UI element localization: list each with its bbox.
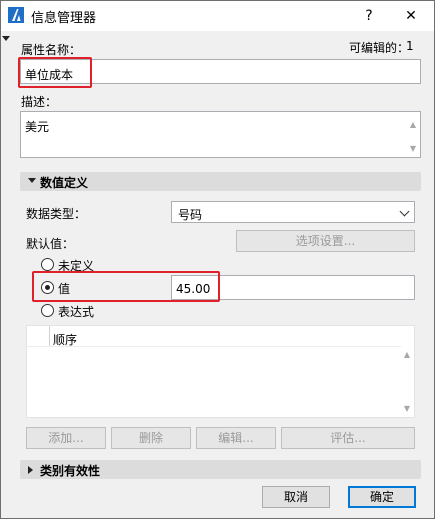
- category-validity-title: 类别有效性: [40, 464, 101, 478]
- scroll-down-icon[interactable]: ▼: [408, 144, 418, 153]
- evaluate-button[interactable]: 评估...: [281, 427, 415, 449]
- value-list[interactable]: 顺序 ▲ ▼: [26, 325, 415, 418]
- chevron-down-icon: [399, 206, 410, 217]
- description-label: 描述：: [21, 95, 58, 109]
- data-type-select[interactable]: 号码: [171, 201, 415, 223]
- close-button[interactable]: ✕: [394, 1, 428, 31]
- editable-label: 可编辑的：: [349, 41, 410, 55]
- header-divider: [27, 346, 401, 347]
- name-highlight-box: [18, 57, 92, 88]
- attribute-name-label: 属性名称：: [21, 43, 82, 57]
- list-scroll-down-icon[interactable]: ▼: [402, 404, 412, 413]
- value-definition-header[interactable]: 数值定义: [20, 172, 421, 191]
- data-type-value: 号码: [178, 208, 203, 222]
- data-type-label: 数据类型：: [26, 207, 87, 221]
- radio-expression-label: 表达式: [58, 305, 95, 319]
- default-value-label: 默认值：: [26, 237, 75, 251]
- radio-expression[interactable]: [41, 304, 54, 317]
- category-validity-header[interactable]: 类别有效性: [20, 460, 421, 479]
- scroll-up-icon[interactable]: ▲: [408, 120, 418, 129]
- expand-right-icon: [28, 466, 33, 474]
- value-highlight-box: [32, 271, 220, 302]
- description-value: 美元: [25, 120, 50, 134]
- options-settings-button[interactable]: 选项设置...: [236, 230, 415, 252]
- help-button[interactable]: ?: [352, 1, 386, 31]
- value-definition-title: 数值定义: [40, 176, 89, 190]
- list-scroll-up-icon[interactable]: ▲: [402, 350, 412, 359]
- column-divider: [49, 326, 50, 346]
- window-title: 信息管理器: [31, 11, 97, 26]
- ok-button[interactable]: 确定: [348, 486, 416, 508]
- delete-button[interactable]: 删除: [111, 427, 191, 449]
- app-icon: [8, 7, 24, 23]
- radio-undefined[interactable]: [41, 258, 54, 271]
- edit-button[interactable]: 编辑...: [196, 427, 276, 449]
- expand-icon: [28, 178, 36, 183]
- cancel-button[interactable]: 取消: [262, 486, 330, 508]
- description-textarea[interactable]: 美元 ▲ ▼: [20, 111, 421, 158]
- add-button[interactable]: 添加...: [26, 427, 106, 449]
- editable-count: 1: [406, 39, 414, 53]
- collapse-arrow-icon[interactable]: [2, 36, 10, 41]
